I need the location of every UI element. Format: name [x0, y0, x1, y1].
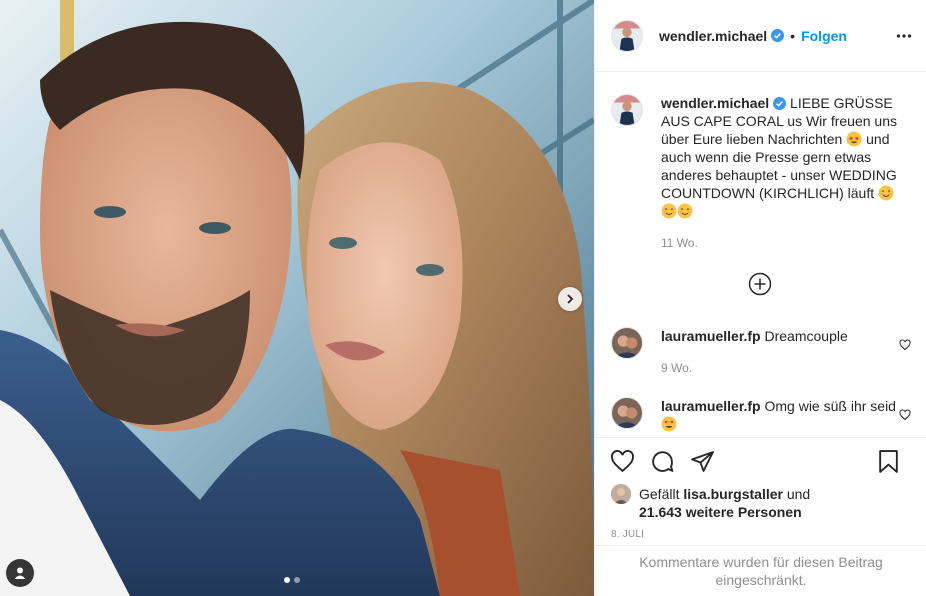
- carousel-dot-1: [284, 577, 290, 583]
- comment-button[interactable]: [649, 448, 675, 474]
- save-button[interactable]: [875, 448, 901, 474]
- selfie-image: [0, 0, 594, 596]
- carousel-indicator: [284, 577, 300, 583]
- action-icons-row: [595, 438, 926, 484]
- likes-prefix: Gefällt: [639, 486, 684, 502]
- instagram-post: wendler.michael • Folgen wendler.michael…: [0, 0, 926, 596]
- user-icon: [14, 567, 26, 579]
- post-header: wendler.michael • Folgen: [595, 0, 926, 72]
- verified-badge-icon: [773, 97, 787, 110]
- avatar-image: [612, 20, 642, 51]
- more-horizontal-icon: [896, 34, 912, 38]
- star-struck-emoji-icon: [846, 131, 862, 147]
- comments-restricted-notice: Kommentare wurden für diesen Beitrag ein…: [595, 545, 926, 596]
- comment-username[interactable]: lauramueller.fp: [661, 398, 761, 414]
- smiling-face-emoji-icon: [878, 185, 894, 201]
- share-button[interactable]: [689, 448, 715, 474]
- post-actions: Gefällt lisa.burgstaller und 21.643 weite…: [595, 437, 926, 545]
- comment-username[interactable]: lauramueller.fp: [661, 328, 761, 344]
- verified-badge-icon: [771, 29, 785, 42]
- likes-and: und: [782, 486, 811, 502]
- bookmark-icon: [878, 449, 898, 473]
- tagged-users-button[interactable]: [6, 559, 34, 587]
- next-slide-button[interactable]: [558, 287, 582, 311]
- like-button[interactable]: [609, 448, 635, 474]
- separator-dot: •: [790, 27, 796, 44]
- caption-avatar[interactable]: [611, 94, 643, 126]
- likes-summary: Gefällt lisa.burgstaller und 21.643 weite…: [611, 484, 911, 521]
- post-panel: wendler.michael • Folgen wendler.michael…: [594, 0, 926, 596]
- comment-body: lauramueller.fp Dreamcouple 9 Wo.: [661, 327, 901, 377]
- post-photo[interactable]: [0, 0, 594, 596]
- comment-body: lauramueller.fp Omg wie süß ihr seid: [661, 397, 901, 433]
- chevron-right-icon: [567, 294, 574, 304]
- more-options-button[interactable]: [894, 26, 914, 46]
- avatar-image: [612, 95, 642, 125]
- caption-item: wendler.michael LIEBE GRÜSSE AUS CAPE CO…: [611, 94, 911, 252]
- avatar-image: [612, 328, 642, 358]
- others-count-link[interactable]: 21.643 weitere Personen: [639, 504, 802, 520]
- comment-like-heart-icon[interactable]: [899, 339, 911, 351]
- commenter-avatar[interactable]: [611, 397, 643, 429]
- carousel-dot-2: [294, 577, 300, 583]
- comment-text: Dreamcouple: [764, 328, 848, 344]
- comment-time[interactable]: 9 Wo.: [661, 359, 901, 377]
- author-avatar[interactable]: [611, 19, 643, 52]
- comment-item: lauramueller.fp Omg wie süß ihr seid: [611, 397, 911, 433]
- commenter-avatar[interactable]: [611, 327, 643, 359]
- load-more-comments-icon[interactable]: [748, 272, 772, 296]
- comment-like-heart-icon[interactable]: [899, 409, 911, 421]
- avatar-image: [612, 398, 642, 428]
- smiling-face-emoji-icon: [677, 203, 693, 219]
- caption-username[interactable]: wendler.michael: [661, 95, 769, 111]
- caption-time[interactable]: 11 Wo.: [661, 234, 901, 252]
- author-username[interactable]: wendler.michael: [659, 28, 767, 44]
- follow-button[interactable]: Folgen: [801, 28, 847, 44]
- heart-icon: [610, 449, 634, 472]
- comment-item: lauramueller.fp Dreamcouple 9 Wo.: [611, 327, 911, 377]
- liker-avatar[interactable]: [611, 484, 631, 504]
- liker-username[interactable]: lisa.burgstaller: [683, 486, 783, 502]
- comments-section[interactable]: wendler.michael LIEBE GRÜSSE AUS CAPE CO…: [595, 73, 926, 437]
- likes-text: Gefällt lisa.burgstaller und 21.643 weite…: [639, 485, 810, 521]
- avatar-image: [611, 484, 631, 504]
- caption-body: wendler.michael LIEBE GRÜSSE AUS CAPE CO…: [661, 94, 901, 252]
- smiling-face-emoji-icon: [661, 203, 677, 219]
- comment-text: Omg wie süß ihr seid: [764, 398, 896, 414]
- comment-bubble-icon: [651, 450, 673, 472]
- post-date[interactable]: 8. JULI: [611, 529, 644, 540]
- paper-plane-icon: [690, 450, 714, 472]
- heart-eyes-emoji-icon: [661, 416, 677, 432]
